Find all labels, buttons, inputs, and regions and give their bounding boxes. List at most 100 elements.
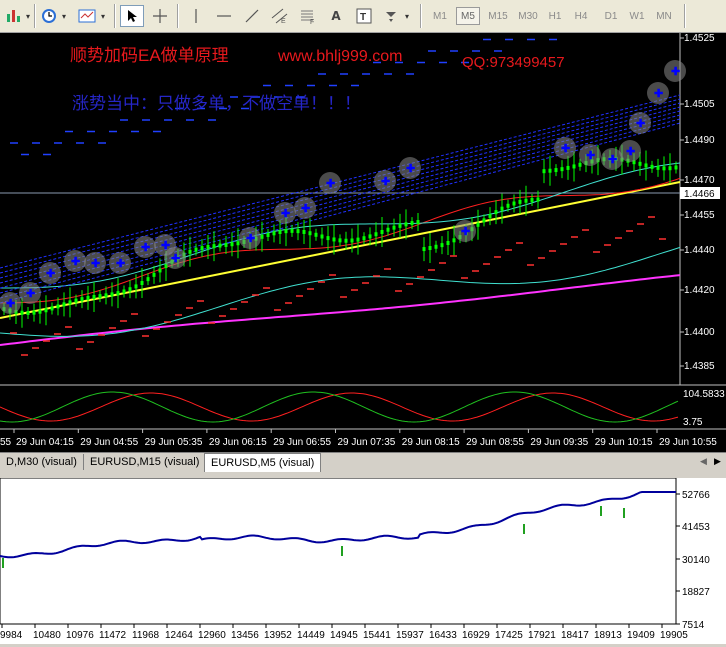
timeframe-m30[interactable]: M30: [514, 7, 542, 25]
timeframe-d1[interactable]: D1: [600, 7, 622, 25]
buy-marker: ✚: [636, 118, 645, 130]
timeframe-h1[interactable]: H1: [544, 7, 566, 25]
tabs-scroll-right[interactable]: ▶: [714, 456, 721, 467]
equity-x-label: 15441: [363, 630, 391, 641]
candle-body: [488, 214, 492, 219]
buy-marker: ✚: [586, 150, 595, 162]
dropdown-arrow-icon[interactable]: ▾: [99, 5, 107, 27]
candle-body: [230, 242, 234, 247]
candle-body: [38, 309, 42, 314]
candle-body: [674, 165, 678, 170]
buy-marker: ✚: [91, 258, 100, 270]
equity-y-label: 41453: [682, 522, 710, 533]
timeframe-m1[interactable]: M1: [428, 7, 452, 25]
candle-body: [134, 284, 138, 289]
candle-body: [44, 308, 48, 313]
buy-marker: ✚: [626, 146, 635, 158]
equity-chart[interactable]: 52766 41453 30140 18827 7514 9984 10480 10976 11…: [0, 477, 726, 644]
buy-marker: ✚: [141, 242, 150, 254]
new-chart-button[interactable]: [2, 5, 24, 27]
timeframe-m15[interactable]: M15: [484, 7, 512, 25]
candle-body: [116, 291, 120, 296]
candle-body: [446, 240, 450, 245]
templates-button[interactable]: [76, 5, 98, 27]
candle-body: [290, 228, 294, 233]
toolbar-separator: [34, 4, 36, 28]
timeframe-m5[interactable]: M5: [456, 7, 480, 25]
dropdown-arrow-icon[interactable]: ▾: [60, 5, 68, 27]
tab-eurusd-m15[interactable]: EURUSD,M15 (visual): [84, 454, 207, 470]
equity-y-label: 52766: [682, 490, 710, 501]
crosshair-button[interactable]: [148, 5, 172, 27]
time-axis-label: 29 Jun 04:15: [16, 437, 74, 448]
equity-y-label: 18827: [682, 587, 710, 598]
candle-body: [554, 168, 558, 173]
candle-body: [392, 225, 396, 230]
timeframe-w1[interactable]: W1: [626, 7, 648, 25]
price-chart-canvas[interactable]: ✚✚✚✚ ✚ ✚✚ ✚✚✚✚ ✚✚ ✚✚✚✚✚ ✚✚✚✚✚ 顺势加码EA做单原理 www.b…: [0, 4, 726, 457]
chart-bars-icon: [7, 10, 20, 22]
time-axis-label: 29 Jun 07:35: [338, 437, 396, 448]
chart-tabs: D,M30 (visual) EURUSD,M15 (visual) EURUS…: [0, 452, 726, 473]
candle-body: [380, 229, 384, 234]
buy-marker: ✚: [171, 253, 180, 265]
candle-body: [74, 298, 78, 303]
equity-chart-canvas[interactable]: 5276641453301401882775149984 10480 10976 11…: [0, 477, 726, 644]
candle-body: [338, 238, 342, 243]
time-axis-label: 29 Jun 06:55: [273, 437, 331, 448]
vertical-line-button[interactable]: [184, 5, 208, 27]
candle-body: [86, 295, 90, 300]
arrows-button[interactable]: [380, 5, 402, 27]
buy-marker: ✚: [281, 208, 290, 220]
time-axis-label: 29 Jun 08:15: [402, 437, 460, 448]
candle-body: [362, 236, 366, 241]
candle-body: [332, 237, 336, 242]
text-label-button[interactable]: T: [352, 5, 376, 27]
price-chart[interactable]: ✚ ✚ ✚ ✚ ✚ ✚ ✚ ✚ ✚ ✚ ✚ ✚ ✚ ✚ ✚ ✚ ✚ ✚ ✚ ✚ ✚ ✚ ✚ 顺势加码EA做单原理 www.b…: [0, 4, 726, 457]
horizontal-line-button[interactable]: [212, 5, 236, 27]
candle-body: [650, 164, 654, 169]
clock-icon: [42, 9, 56, 23]
equity-x-label: 18913: [594, 630, 622, 641]
channel-button[interactable]: E: [268, 5, 292, 27]
equity-x-label: 19409: [627, 630, 655, 641]
price-axis-label: 1.4420: [684, 285, 715, 296]
candle-body: [560, 167, 564, 172]
candle-body: [452, 238, 456, 243]
candle-body: [440, 243, 444, 248]
price-axis-label: 1.4400: [684, 327, 715, 338]
fibonacci-button[interactable]: F: [296, 5, 320, 27]
candle-body: [284, 229, 288, 234]
candle-body: [302, 229, 306, 234]
candle-body: [416, 220, 420, 225]
equity-x-label: 11472: [99, 630, 127, 641]
candle-body: [224, 242, 228, 247]
trendline-button[interactable]: [240, 5, 264, 27]
dropdown-arrow-icon[interactable]: ▾: [24, 5, 32, 27]
timeframe-h4[interactable]: H4: [570, 7, 592, 25]
horizontal-line-icon: [217, 15, 231, 17]
candle-body: [326, 236, 330, 241]
candle-body: [422, 247, 426, 252]
candle-body: [128, 287, 132, 292]
tabs-scroll-left[interactable]: ◀: [700, 456, 707, 467]
crosshair-icon: [153, 9, 167, 23]
equity-y-label: 30140: [682, 555, 710, 566]
price-axis-label: 1.4455: [684, 210, 715, 221]
candle-body: [20, 310, 24, 315]
svg-text:E: E: [281, 18, 286, 24]
candle-body: [194, 247, 198, 252]
candle-body: [536, 197, 540, 202]
text-button[interactable]: A: [324, 5, 348, 27]
timeframe-mn[interactable]: MN: [652, 7, 676, 25]
periodicity-button[interactable]: [38, 5, 60, 27]
dropdown-arrow-icon[interactable]: ▾: [403, 5, 411, 27]
cursor-button[interactable]: [120, 5, 144, 27]
candle-body: [308, 231, 312, 236]
tab-d-m30[interactable]: D,M30 (visual): [0, 454, 84, 470]
tab-eurusd-m5[interactable]: EURUSD,M5 (visual): [204, 453, 322, 472]
price-axis-label: 1.4440: [684, 245, 715, 256]
time-axis-label: 29 Jun 05:35: [145, 437, 203, 448]
candle-body: [644, 163, 648, 168]
buy-marker: ✚: [46, 268, 55, 280]
